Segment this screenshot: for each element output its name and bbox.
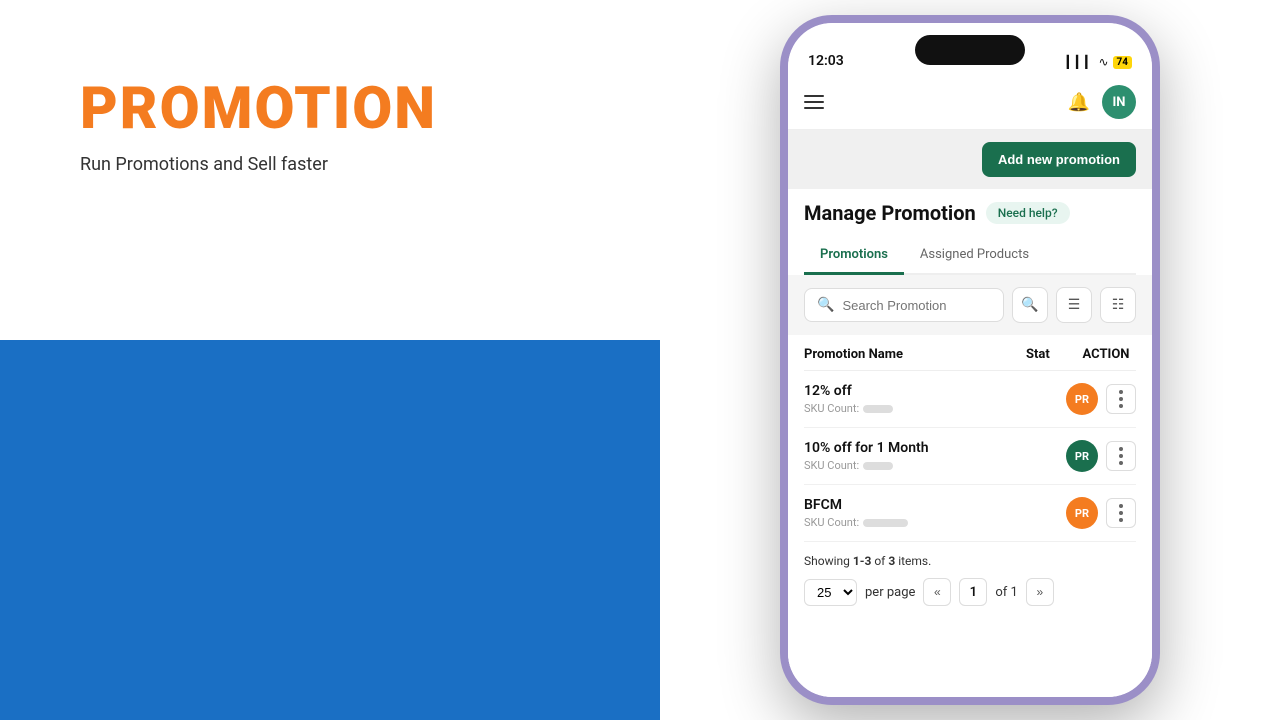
- add-new-promotion-button[interactable]: Add new promotion: [982, 142, 1136, 177]
- dot: [1119, 511, 1123, 515]
- tab-promotions[interactable]: Promotions: [804, 237, 904, 275]
- filter-icon: ☰: [1068, 297, 1081, 313]
- search-button[interactable]: 🔍: [1012, 287, 1048, 323]
- page-subtitle: Run Promotions and Sell faster: [80, 154, 600, 175]
- last-page-button[interactable]: »: [1026, 578, 1054, 606]
- avatar[interactable]: IN: [1102, 85, 1136, 119]
- dot: [1119, 390, 1123, 394]
- action-menu-button[interactable]: [1106, 441, 1136, 471]
- sku-count: SKU Count:: [804, 459, 1066, 472]
- promotions-table: Promotion Name Stat ACTION 12% off SKU C…: [788, 335, 1152, 542]
- top-nav: 🔔 IN: [788, 75, 1152, 130]
- search-input[interactable]: [842, 298, 991, 313]
- header-section: Add new promotion: [788, 130, 1152, 189]
- status-badge: PR: [1066, 440, 1098, 472]
- hamburger-menu[interactable]: [804, 95, 824, 109]
- per-page-select[interactable]: 25: [804, 579, 857, 606]
- signal-icon: ▎▎▎: [1067, 55, 1095, 69]
- promo-info: 12% off SKU Count:: [804, 383, 1066, 415]
- app-content: 🔔 IN Add new promotion Manage Promotion …: [788, 75, 1152, 697]
- action-menu-button[interactable]: [1106, 384, 1136, 414]
- wifi-icon: ∿: [1098, 55, 1108, 69]
- battery-badge: 74: [1113, 56, 1132, 69]
- dot: [1119, 447, 1123, 451]
- dot: [1119, 461, 1123, 465]
- action-menu-button[interactable]: [1106, 498, 1136, 528]
- promo-info: 10% off for 1 Month SKU Count:: [804, 440, 1066, 472]
- table-row: 10% off for 1 Month SKU Count: PR: [804, 428, 1136, 485]
- col-header-action: ACTION: [1076, 347, 1136, 362]
- manage-title: Manage Promotion: [804, 201, 976, 225]
- manage-header: Manage Promotion Need help?: [804, 201, 1136, 225]
- left-panel: PROMOTION Run Promotions and Sell faster: [0, 0, 660, 720]
- right-panel: 12:03 ▎▎▎ ∿ 74 🔔 IN: [660, 0, 1280, 720]
- search-icon: 🔍: [817, 297, 834, 313]
- status-time: 12:03: [808, 53, 844, 69]
- need-help-badge[interactable]: Need help?: [986, 202, 1070, 224]
- table-row: 12% off SKU Count: PR: [804, 371, 1136, 428]
- status-icons: ▎▎▎ ∿ 74: [1067, 55, 1132, 69]
- range: 1-3: [853, 554, 872, 568]
- filter-button[interactable]: ☰: [1056, 287, 1092, 323]
- total-pages-label: of 1: [995, 585, 1017, 600]
- current-page-number: 1: [959, 578, 987, 606]
- dot: [1119, 404, 1123, 408]
- sku-count-bar: [863, 405, 893, 413]
- table-row: BFCM SKU Count: PR: [804, 485, 1136, 542]
- main-area: Add new promotion Manage Promotion Need …: [788, 130, 1152, 697]
- sku-count: SKU Count:: [804, 402, 1066, 415]
- dot: [1119, 504, 1123, 508]
- status-badge: PR: [1066, 383, 1098, 415]
- sku-count: SKU Count:: [804, 516, 1066, 529]
- promo-info: BFCM SKU Count:: [804, 497, 1066, 529]
- notification-bell-icon[interactable]: 🔔: [1068, 92, 1090, 113]
- promo-name: 12% off: [804, 383, 1066, 399]
- showing-text: Showing 1-3 of 3 items.: [804, 554, 1136, 568]
- page-title: PROMOTION: [80, 80, 600, 138]
- pagination-section: Showing 1-3 of 3 items. 25 per page « 1 …: [788, 542, 1152, 618]
- promo-name: 10% off for 1 Month: [804, 440, 1066, 456]
- dot: [1119, 518, 1123, 522]
- promo-name: BFCM: [804, 497, 1066, 513]
- col-header-status: Stat: [1026, 347, 1076, 362]
- search-input-wrap: 🔍: [804, 288, 1004, 322]
- pagination-controls: 25 per page « 1 of 1 »: [804, 578, 1136, 606]
- dot: [1119, 397, 1123, 401]
- tab-assigned-products[interactable]: Assigned Products: [904, 237, 1045, 275]
- status-badge: PR: [1066, 497, 1098, 529]
- sku-count-bar: [863, 462, 893, 470]
- search-submit-icon: 🔍: [1021, 297, 1038, 313]
- per-page-label: per page: [865, 585, 915, 600]
- dynamic-island: [915, 35, 1025, 65]
- col-header-name: Promotion Name: [804, 347, 1026, 362]
- nav-right: 🔔 IN: [1068, 85, 1136, 119]
- sku-count-bar: [863, 519, 908, 527]
- dot: [1119, 454, 1123, 458]
- columns-icon: ☷: [1112, 297, 1125, 313]
- manage-section: Manage Promotion Need help? Promotions A…: [788, 189, 1152, 275]
- first-page-button[interactable]: «: [923, 578, 951, 606]
- tabs: Promotions Assigned Products: [804, 237, 1136, 275]
- search-section: 🔍 🔍 ☰ ☷: [788, 275, 1152, 335]
- table-header: Promotion Name Stat ACTION: [804, 335, 1136, 371]
- phone-frame: 12:03 ▎▎▎ ∿ 74 🔔 IN: [780, 15, 1160, 705]
- columns-button[interactable]: ☷: [1100, 287, 1136, 323]
